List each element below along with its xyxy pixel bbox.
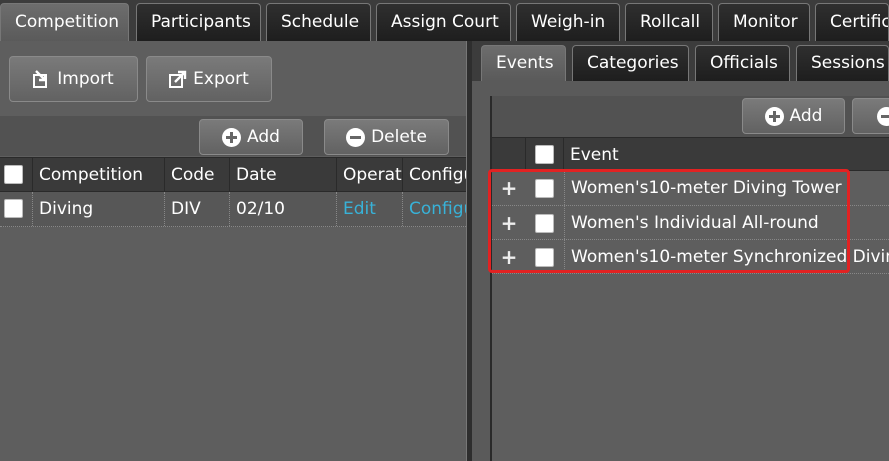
add-button[interactable]: Add (199, 119, 303, 155)
tab-categories[interactable]: Categories (572, 45, 689, 81)
import-button[interactable]: Import (9, 56, 138, 102)
cell-competition: Diving (33, 192, 165, 226)
competition-panel: Import Export Add Delete Competition Cod… (0, 41, 468, 461)
select-all-events-checkbox[interactable] (535, 145, 554, 164)
export-icon (169, 70, 187, 88)
plus-circle-icon (764, 106, 784, 126)
col-competition[interactable]: Competition (33, 158, 165, 191)
tab-rollcall[interactable]: Rollcall (625, 3, 713, 41)
import-icon (33, 70, 48, 88)
delete-button[interactable]: Delete (324, 119, 449, 155)
tab-competition[interactable]: Competition (0, 3, 129, 42)
tab-assign-court[interactable]: Assign Court (376, 3, 511, 41)
tab-weigh-in[interactable]: Weigh-in (516, 3, 620, 41)
tab-monitor[interactable]: Monitor (718, 3, 810, 41)
configure-link[interactable]: Configu (403, 192, 468, 226)
tab-officials[interactable]: Officials (695, 45, 790, 81)
tab-certificates[interactable]: Certific (815, 3, 889, 41)
row-checkbox[interactable] (4, 199, 23, 218)
tab-schedule[interactable]: Schedule (266, 3, 371, 41)
tab-participants[interactable]: Participants (136, 3, 261, 41)
tab-sessions[interactable]: Sessions (796, 45, 889, 81)
select-all-cell (0, 158, 33, 191)
select-all-checkbox[interactable] (4, 165, 23, 184)
main-tab-bar: Competition Participants Schedule Assign… (0, 0, 889, 42)
delete-label: Delete (371, 127, 427, 147)
col-event[interactable]: Event (564, 138, 889, 170)
row-select-cell (0, 192, 33, 226)
competition-grid-header: Competition Code Date Operati Configu (0, 157, 468, 192)
minus-circle-icon (346, 127, 366, 147)
export-label: Export (193, 69, 249, 89)
delete-event-button[interactable] (852, 98, 889, 134)
export-button[interactable]: Export (146, 56, 272, 102)
sub-tab-bar: Events Categories Officials Sessions (472, 41, 889, 81)
tab-events[interactable]: Events (481, 45, 566, 81)
plus-circle-icon (222, 127, 242, 147)
cell-date: 02/10 (230, 192, 337, 226)
select-all-cell (526, 138, 564, 170)
table-row[interactable]: Diving DIV 02/10 Edit Configu (0, 192, 468, 227)
import-label: Import (57, 69, 114, 89)
col-date[interactable]: Date (230, 158, 337, 191)
edit-link[interactable]: Edit (337, 192, 403, 226)
add-label: Add (247, 127, 280, 147)
col-code[interactable]: Code (165, 158, 230, 191)
events-grid-header: Event (492, 137, 889, 171)
events-grid: Add Event + Women's10-meter Diving Tower… (490, 96, 889, 461)
col-operation[interactable]: Operati (337, 158, 403, 191)
col-configure[interactable]: Configu (403, 158, 468, 191)
highlight-box (488, 169, 850, 273)
add-event-button[interactable]: Add (742, 98, 845, 134)
add-event-label: Add (789, 106, 823, 126)
minus-circle-icon (877, 106, 889, 126)
expander-header-cell (492, 138, 526, 170)
cell-code: DIV (165, 192, 230, 226)
